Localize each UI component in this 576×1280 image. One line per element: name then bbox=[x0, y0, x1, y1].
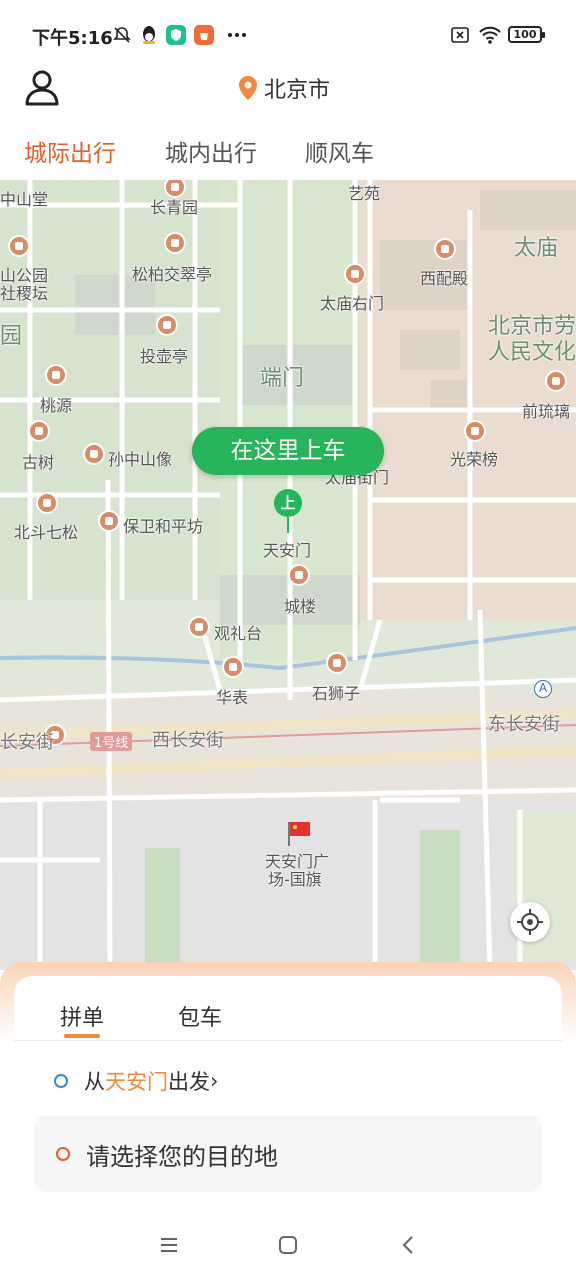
status-time: 下午5:16 bbox=[32, 28, 113, 49]
map-label: 太庙右门 bbox=[320, 294, 385, 313]
map-label: 北斗七松 bbox=[14, 523, 79, 542]
home-square-icon[interactable] bbox=[277, 1234, 299, 1256]
more-dots-icon bbox=[228, 33, 246, 37]
subway-line-badge: 1号线 bbox=[90, 732, 133, 751]
departure-row[interactable]: 从 天安门 出发 › bbox=[54, 1068, 218, 1094]
from-prefix: 从 bbox=[84, 1070, 105, 1094]
map-label: 太庙 bbox=[514, 236, 559, 261]
city-label: 北京市 bbox=[264, 78, 331, 103]
poi-pin bbox=[288, 564, 310, 586]
map-label: 光荣榜 bbox=[450, 450, 499, 469]
tab-intercity[interactable]: 城际出行 bbox=[24, 134, 116, 168]
booking-sheet: 拼单 包车 从 天安门 出发 › 请选择您的目的地 bbox=[14, 976, 562, 1208]
map-label: 艺苑 bbox=[348, 184, 381, 203]
map-label: 古树 bbox=[22, 453, 55, 472]
map-label: 城楼 bbox=[284, 597, 317, 616]
map-label: 中山堂 bbox=[0, 190, 49, 209]
tab-shared-ride[interactable]: 拼单 bbox=[60, 1000, 104, 1032]
locate-me-button[interactable] bbox=[510, 902, 550, 942]
from-suffix: 出发 bbox=[168, 1070, 210, 1094]
city-selector[interactable]: 北京市 bbox=[238, 72, 330, 104]
poi-pin bbox=[164, 232, 186, 254]
sheet-divider bbox=[14, 1040, 562, 1041]
map-label: 西长安街 bbox=[152, 730, 224, 751]
map-label: 前琉璃 bbox=[522, 402, 571, 421]
shield-app-icon bbox=[166, 25, 186, 45]
map-label: 华表 bbox=[216, 688, 249, 707]
poi-pin bbox=[45, 364, 67, 386]
map-label: 园 bbox=[0, 324, 23, 349]
subway-exit-badge: A bbox=[534, 680, 552, 698]
destination-dot-icon bbox=[56, 1147, 70, 1161]
map-label: 长青园 bbox=[150, 198, 199, 217]
poi-pin bbox=[83, 443, 105, 465]
map-view[interactable]: 中山堂 长青园 艺苑 太庙 山公园 社稷坛 松柏交翠亭 西配殿 太庙右门 园 北… bbox=[0, 180, 576, 970]
origin-dot-icon bbox=[54, 1074, 68, 1088]
map-label: 天安门 bbox=[263, 541, 312, 560]
pickup-pin: 上 bbox=[274, 489, 302, 517]
map-label: 石狮子 bbox=[312, 684, 361, 703]
user-profile-icon[interactable] bbox=[22, 68, 62, 108]
map-label: 松柏交翠亭 bbox=[132, 265, 213, 284]
map-label: 保卫和平坊 bbox=[123, 517, 204, 536]
map-label: 社稷坛 bbox=[0, 284, 49, 303]
map-label: 孙中山像 bbox=[108, 450, 173, 469]
menu-icon[interactable] bbox=[158, 1234, 180, 1256]
destination-input[interactable]: 请选择您的目的地 bbox=[34, 1116, 542, 1192]
poi-pin bbox=[464, 420, 486, 442]
poi-pin bbox=[188, 616, 210, 638]
pickup-pin-stem bbox=[287, 517, 289, 533]
active-tab-indicator bbox=[64, 1034, 100, 1038]
poi-pin bbox=[28, 420, 50, 442]
destination-placeholder: 请选择您的目的地 bbox=[86, 1142, 278, 1171]
poi-pin bbox=[434, 238, 456, 260]
chevron-right-icon: › bbox=[210, 1069, 219, 1093]
crosshair-icon bbox=[517, 909, 543, 935]
map-label: 观礼台 bbox=[214, 624, 263, 643]
tab-intracity[interactable]: 城内出行 bbox=[165, 134, 257, 168]
app-header: 北京市 bbox=[0, 60, 576, 120]
qq-icon bbox=[143, 26, 155, 44]
from-place: 天安门 bbox=[105, 1070, 168, 1094]
location-pin-icon bbox=[239, 76, 257, 100]
sim-off-icon bbox=[451, 27, 469, 43]
map-label: 长安街 bbox=[0, 732, 54, 753]
poi-pin bbox=[156, 314, 178, 336]
back-icon[interactable] bbox=[398, 1234, 420, 1256]
poi-pin bbox=[8, 235, 30, 257]
tab-charter[interactable]: 包车 bbox=[178, 1000, 222, 1032]
poi-pin bbox=[36, 492, 58, 514]
status-bar: 下午5:16 100 bbox=[0, 0, 576, 60]
map-label: 场-国旗 bbox=[268, 870, 322, 889]
map-label: 东长安街 bbox=[488, 714, 560, 735]
poi-pin bbox=[98, 510, 120, 532]
map-label: 西配殿 bbox=[420, 269, 469, 288]
pickup-here-bubble[interactable]: 在这里上车 bbox=[192, 427, 384, 475]
flag-icon bbox=[288, 822, 310, 846]
map-label: 投壶亭 bbox=[140, 347, 189, 366]
shopping-app-icon bbox=[194, 25, 214, 45]
map-label: 人民文化 bbox=[488, 340, 576, 365]
map-label: 端门 bbox=[260, 366, 305, 391]
service-tabs: 城际出行 城内出行 顺风车 bbox=[0, 120, 576, 180]
map-label: 桃源 bbox=[40, 396, 73, 415]
battery-indicator: 100 bbox=[508, 26, 545, 43]
tab-carpool[interactable]: 顺风车 bbox=[305, 134, 374, 168]
poi-pin bbox=[222, 656, 244, 678]
poi-pin bbox=[344, 263, 366, 285]
mute-bell-icon bbox=[113, 27, 131, 43]
poi-pin bbox=[326, 652, 348, 674]
poi-pin bbox=[545, 370, 567, 392]
system-nav-bar bbox=[0, 1212, 576, 1280]
wifi-icon bbox=[479, 26, 501, 44]
